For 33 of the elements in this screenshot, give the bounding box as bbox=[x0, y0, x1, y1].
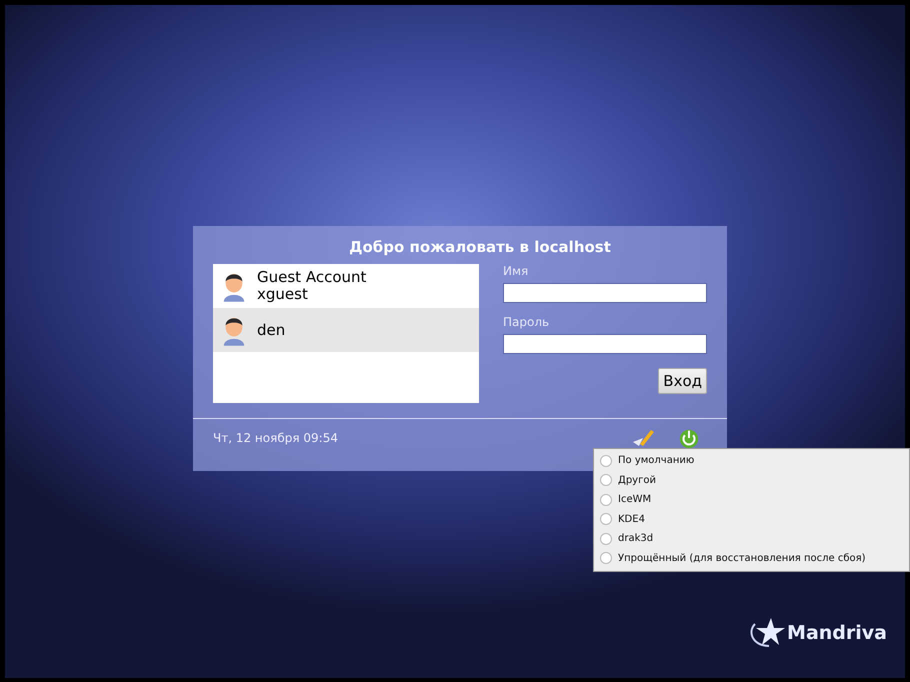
session-option[interactable]: KDE4 bbox=[594, 510, 909, 529]
username-field[interactable] bbox=[503, 283, 707, 303]
power-icon[interactable] bbox=[677, 427, 701, 449]
session-option[interactable]: IceWM bbox=[594, 490, 909, 510]
radio-button[interactable] bbox=[600, 454, 612, 467]
session-option[interactable]: По умолчанию bbox=[594, 451, 909, 470]
login-button[interactable]: Вход bbox=[658, 368, 707, 394]
session-option[interactable]: Упрощённый (для восстановления после сбоя) bbox=[594, 548, 909, 568]
logo-text: Mandriva bbox=[787, 622, 887, 644]
radio-button[interactable] bbox=[600, 532, 612, 545]
option-label: Другой bbox=[618, 474, 656, 486]
option-label: IceWM bbox=[618, 494, 652, 506]
option-label: KDE4 bbox=[618, 514, 645, 525]
option-label: drak3d bbox=[618, 533, 654, 544]
user-name: Guest Account bbox=[257, 269, 366, 286]
user-login: xguest bbox=[257, 286, 309, 303]
radio-button[interactable] bbox=[600, 474, 612, 486]
option-label: Упрощённый (для восстановления после сбоя) bbox=[618, 552, 866, 564]
user-item[interactable]: Guest Account xguest bbox=[213, 264, 479, 308]
date-time: Чт, 12 ноября 09:54 bbox=[213, 431, 338, 445]
dialog-title: Добро пожаловать в localhost bbox=[348, 237, 612, 258]
password-field[interactable] bbox=[503, 334, 707, 354]
pencil-icon[interactable] bbox=[631, 427, 655, 449]
password-label: Пароль bbox=[503, 315, 550, 331]
session-option[interactable]: drak3d bbox=[594, 529, 909, 548]
radio-button[interactable] bbox=[600, 494, 612, 506]
radio-button[interactable] bbox=[600, 513, 612, 526]
radio-button[interactable] bbox=[600, 552, 612, 564]
username-label: Имя bbox=[503, 264, 530, 280]
option-label: По умолчанию bbox=[618, 455, 694, 466]
user-item[interactable]: den bbox=[213, 308, 479, 352]
user-name: den bbox=[257, 322, 286, 338]
session-option[interactable]: Другой bbox=[594, 470, 909, 490]
